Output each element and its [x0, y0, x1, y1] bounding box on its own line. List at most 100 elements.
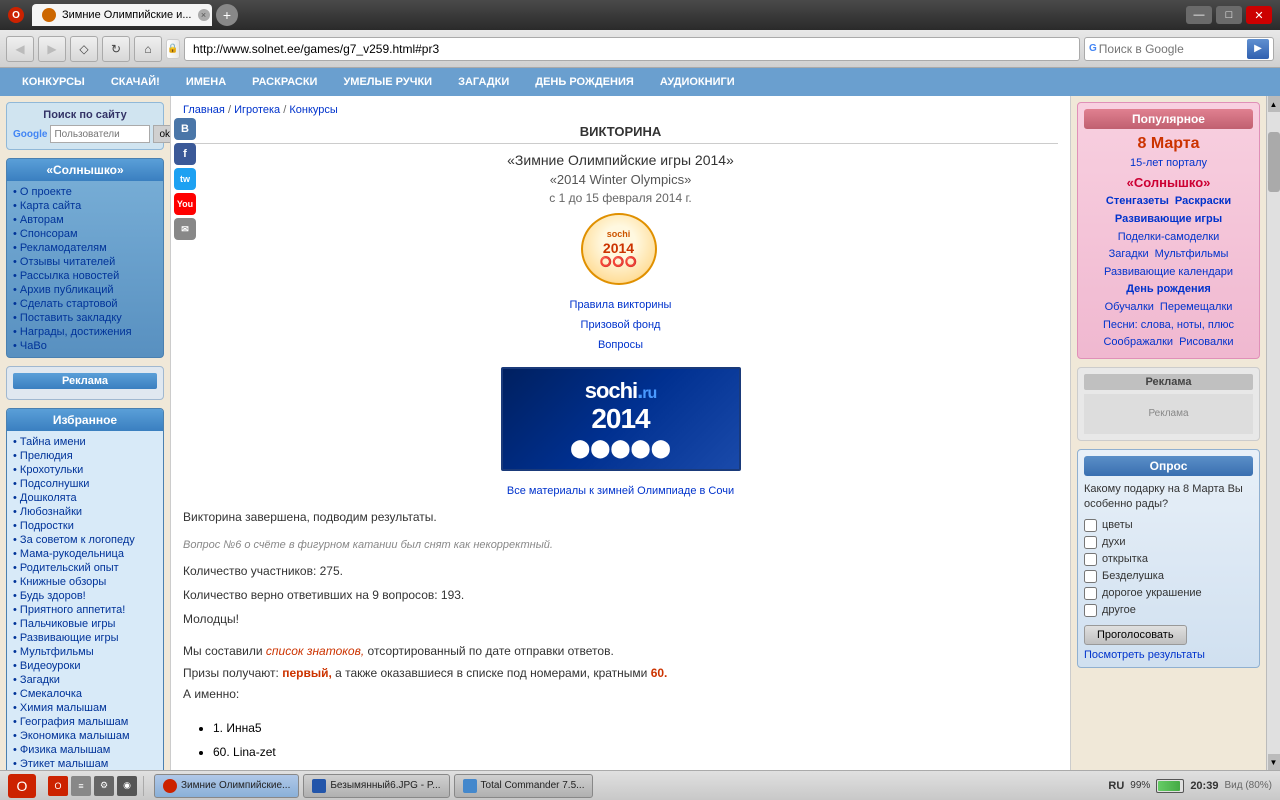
- quick-other[interactable]: ≡: [71, 776, 91, 796]
- popular-link-7[interactable]: Мультфильмы: [1155, 246, 1229, 264]
- vk-icon[interactable]: B: [174, 118, 196, 140]
- fav-link-0[interactable]: Тайна имени: [13, 435, 157, 449]
- fav-link-3[interactable]: Подсолнушки: [13, 477, 157, 491]
- popular-link-4[interactable]: Развивающие игры: [1084, 211, 1253, 229]
- home-button[interactable]: ⌂: [134, 36, 162, 62]
- tab-close-btn[interactable]: ×: [198, 9, 210, 21]
- sidebar-search-input[interactable]: [50, 125, 150, 143]
- scroll-down-btn[interactable]: ▼: [1268, 754, 1280, 770]
- fav-link-21[interactable]: Экономика малышам: [13, 729, 157, 743]
- fav-link-2[interactable]: Крохотульки: [13, 463, 157, 477]
- taskbar-opera-btn[interactable]: Зимние Олимпийские...: [154, 774, 299, 798]
- sidebar-link-rassylka[interactable]: Рассылка новостей: [13, 269, 157, 283]
- sidebar-link-sdelat[interactable]: Сделать стартовой: [13, 297, 157, 311]
- popular-link-12[interactable]: Песни: слова, ноты, плюс: [1084, 317, 1253, 335]
- sidebar-link-o-proekte[interactable]: О проекте: [13, 185, 157, 199]
- nav-konkursy[interactable]: КОНКУРСЫ: [10, 72, 97, 92]
- sidebar-link-sponsoram[interactable]: Спонсорам: [13, 227, 157, 241]
- nav-den-rozhdeniya[interactable]: ДЕНЬ РОЖДЕНИЯ: [523, 72, 646, 92]
- taskbar-paint-btn[interactable]: Безымянный6.JPG - P...: [303, 774, 449, 798]
- fav-link-13[interactable]: Пальчиковые игры: [13, 617, 157, 631]
- email-icon[interactable]: ✉: [174, 218, 196, 240]
- popular-link-6[interactable]: Загадки: [1109, 246, 1149, 264]
- maximize-button[interactable]: □: [1216, 6, 1242, 24]
- survey-checkbox-0[interactable]: [1084, 519, 1097, 532]
- search-input[interactable]: [1099, 42, 1247, 56]
- fav-link-17[interactable]: Загадки: [13, 673, 157, 687]
- taskbar-tc-btn[interactable]: Total Commander 7.5...: [454, 774, 594, 798]
- back-button[interactable]: ◀: [6, 36, 34, 62]
- breadcrumb-igroteka[interactable]: Игротека: [234, 104, 280, 116]
- quick-other3[interactable]: ◉: [117, 776, 137, 796]
- address-bar[interactable]: [184, 37, 1080, 61]
- twitter-icon[interactable]: tw: [174, 168, 196, 190]
- fav-link-9[interactable]: Родительский опыт: [13, 561, 157, 575]
- fav-link-11[interactable]: Будь здоров!: [13, 589, 157, 603]
- popular-link-2[interactable]: Стенгазеты: [1106, 193, 1169, 211]
- popular-link-13[interactable]: Соображалки: [1103, 334, 1173, 352]
- nav-skachai[interactable]: СКАЧАЙ!: [99, 72, 172, 92]
- scrollbar-thumb[interactable]: [1268, 132, 1280, 192]
- sochi-all-materials-link[interactable]: Все материалы к зимней Олимпиаде в Сочи: [507, 485, 734, 497]
- close-button[interactable]: ✕: [1246, 6, 1272, 24]
- nav-imena[interactable]: ИМЕНА: [174, 72, 238, 92]
- breadcrumb-konkursy[interactable]: Конкурсы: [289, 104, 337, 116]
- sidebar-link-nagrady[interactable]: Награды, достижения: [13, 325, 157, 339]
- survey-checkbox-1[interactable]: [1084, 536, 1097, 549]
- fav-link-19[interactable]: Химия малышам: [13, 701, 157, 715]
- popular-date-highlight[interactable]: 8 Марта: [1084, 135, 1253, 153]
- fav-link-4[interactable]: Дошколята: [13, 491, 157, 505]
- fav-link-8[interactable]: Мама-рукодельница: [13, 547, 157, 561]
- minimize-button[interactable]: —: [1186, 6, 1212, 24]
- active-tab[interactable]: Зимние Олимпийские и... ×: [32, 4, 212, 26]
- scroll-up-btn[interactable]: ▲: [1268, 96, 1280, 112]
- survey-checkbox-5[interactable]: [1084, 604, 1097, 617]
- fav-link-23[interactable]: Этикет малышам: [13, 757, 157, 770]
- popular-link-0[interactable]: 15-лет порталу: [1084, 155, 1253, 173]
- sidebar-search-btn[interactable]: ok...: [153, 125, 170, 143]
- fav-link-6[interactable]: Подростки: [13, 519, 157, 533]
- fav-link-16[interactable]: Видеоуроки: [13, 659, 157, 673]
- popular-link-8[interactable]: Развивающие календари: [1084, 264, 1253, 282]
- other-button[interactable]: ◇: [70, 36, 98, 62]
- popular-link-11[interactable]: Перемещалки: [1160, 299, 1232, 317]
- fav-link-15[interactable]: Мультфильмы: [13, 645, 157, 659]
- sidebar-link-zakladku[interactable]: Поставить закладку: [13, 311, 157, 325]
- nav-zagadki[interactable]: ЗАГАДКИ: [446, 72, 521, 92]
- fav-link-1[interactable]: Прелюдия: [13, 449, 157, 463]
- fav-link-10[interactable]: Книжные обзоры: [13, 575, 157, 589]
- sidebar-link-karta[interactable]: Карта сайта: [13, 199, 157, 213]
- sidebar-link-chavo[interactable]: ЧаВо: [13, 339, 157, 353]
- nav-audioknigi[interactable]: АУДИОКНИГИ: [648, 72, 747, 92]
- refresh-button[interactable]: ↻: [102, 36, 130, 62]
- sidebar-link-arhiv[interactable]: Архив публикаций: [13, 283, 157, 297]
- quiz-rules-link[interactable]: Правила викторины: [183, 296, 1058, 316]
- quiz-questions-link[interactable]: Вопросы: [183, 336, 1058, 356]
- right-scrollbar[interactable]: ▲ ▼: [1266, 96, 1280, 770]
- fav-link-22[interactable]: Физика малышам: [13, 743, 157, 757]
- sidebar-link-otzyvy[interactable]: Отзывы читателей: [13, 255, 157, 269]
- nav-raskraski[interactable]: РАСКРАСКИ: [240, 72, 329, 92]
- popular-link-9[interactable]: День рождения: [1084, 281, 1253, 299]
- sidebar-link-reklamodatelyam[interactable]: Рекламодателям: [13, 241, 157, 255]
- fav-link-18[interactable]: Смекалочка: [13, 687, 157, 701]
- results-list-link[interactable]: список знатоков,: [266, 644, 364, 658]
- fav-link-5[interactable]: Любознайки: [13, 505, 157, 519]
- survey-vote-btn[interactable]: Проголосовать: [1084, 625, 1187, 645]
- popular-link-5[interactable]: Поделки-самоделки: [1084, 229, 1253, 247]
- popular-link-14[interactable]: Рисовалки: [1179, 334, 1233, 352]
- survey-checkbox-2[interactable]: [1084, 553, 1097, 566]
- start-button[interactable]: O: [8, 774, 36, 798]
- survey-results-link[interactable]: Посмотреть результаты: [1084, 649, 1253, 661]
- youtube-icon[interactable]: You: [174, 193, 196, 215]
- sidebar-link-avtoram[interactable]: Авторам: [13, 213, 157, 227]
- new-tab-button[interactable]: +: [216, 4, 238, 26]
- fav-link-12[interactable]: Приятного аппетита!: [13, 603, 157, 617]
- search-go-button[interactable]: ▶: [1247, 39, 1269, 59]
- forward-button[interactable]: ▶: [38, 36, 66, 62]
- quick-opera[interactable]: O: [48, 776, 68, 796]
- nav-umnye-ruki[interactable]: УМЕЛЫЕ РУЧКИ: [331, 72, 444, 92]
- quiz-prizes-link[interactable]: Призовой фонд: [183, 316, 1058, 336]
- popular-link-1[interactable]: «Солнышко»: [1084, 173, 1253, 194]
- popular-link-3[interactable]: Раскраски: [1175, 193, 1231, 211]
